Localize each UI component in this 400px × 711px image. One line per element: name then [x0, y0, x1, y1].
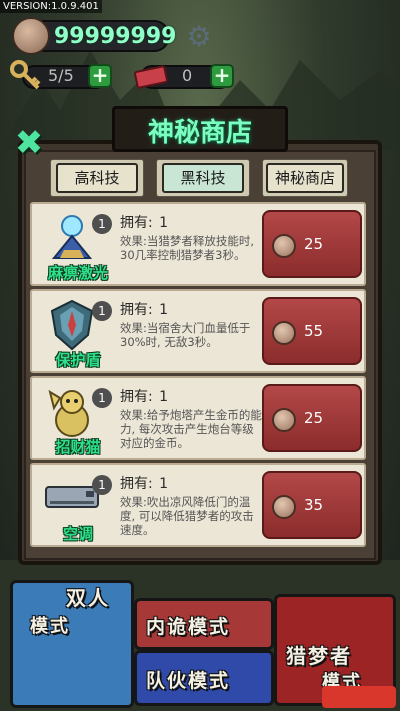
owned-value: 1	[159, 476, 169, 492]
inner-mode-label: 内诡模式	[146, 616, 231, 638]
add-key-button[interactable]: +	[88, 64, 112, 88]
tab-high-tech[interactable]: 高科技	[56, 163, 138, 193]
effect-label: 效果:	[120, 234, 147, 248]
ticket-count: 0	[182, 66, 193, 85]
effect-text: 效果:给予炮塔产生金币的能力, 每次攻击产生炮台等级对应的金币。	[120, 408, 262, 450]
add-ticket-button[interactable]: +	[210, 64, 234, 88]
level-badge: 1	[92, 475, 112, 495]
shop-item-card: 1 麻痹激光 拥有: 1 效果:当猎梦者释放技能时, 30几率控制猎梦者3秒。 …	[30, 202, 366, 286]
price-label: 35	[304, 496, 324, 514]
version-label: VERSION:1.0.9.401	[0, 0, 102, 13]
item-name: 保护盾	[55, 351, 101, 369]
owned-value: 1	[159, 215, 169, 231]
price-label: 25	[304, 409, 324, 427]
price-label: 55	[304, 322, 324, 340]
close-icon[interactable]: ✖	[14, 126, 44, 160]
owned-line: 拥有: 1	[120, 473, 168, 493]
owned-line: 拥有: 1	[120, 212, 168, 232]
gear-icon[interactable]: ⚙	[184, 22, 214, 52]
key-icon	[10, 60, 41, 90]
coin-icon	[272, 408, 296, 432]
shop-title: 神秘商店	[147, 118, 252, 148]
effect-label: 效果:	[120, 321, 147, 335]
effect-text: 效果:吹出凉风降低门的温度, 可以降低猎梦者的攻击速度。	[120, 495, 262, 537]
ticket-icon	[134, 65, 168, 89]
level-badge: 1	[92, 301, 112, 321]
owned-label: 拥有:	[120, 302, 153, 318]
shop-item-card: 1 保护盾 拥有: 1 效果:当宿舍大门血量低于30%时, 无敌3秒。 55	[30, 289, 366, 373]
buy-button[interactable]: 25	[262, 384, 362, 452]
level-badge: 1	[92, 388, 112, 408]
tab-black-tech[interactable]: 黑科技	[162, 163, 244, 193]
partner-mode-label: 队伙模式	[146, 670, 231, 692]
owned-label: 拥有:	[120, 215, 153, 231]
effect-label: 效果:	[120, 495, 147, 509]
double-mode-sublabel: 模式	[30, 616, 70, 637]
owned-line: 拥有: 1	[120, 386, 168, 406]
owned-label: 拥有:	[120, 476, 153, 492]
item-name: 麻痹激光	[47, 264, 108, 282]
hunter-mode-label: 猎梦者	[286, 644, 352, 668]
effect-text: 效果:当猎梦者释放技能时, 30几率控制猎梦者3秒。	[120, 234, 262, 262]
effect-label: 效果:	[120, 408, 147, 422]
owned-label: 拥有:	[120, 389, 153, 405]
item-name: 空调	[62, 525, 93, 543]
buy-button[interactable]: 55	[262, 297, 362, 365]
owned-value: 1	[159, 389, 169, 405]
owned-value: 1	[159, 302, 169, 318]
coin-icon	[12, 17, 50, 55]
coin-icon	[272, 495, 296, 519]
coin-icon	[272, 321, 296, 345]
tab-mystery-shop[interactable]: 神秘商店	[266, 163, 344, 193]
item-name: 招财猫	[55, 438, 101, 456]
double-mode-label: 双人	[66, 586, 110, 610]
shop-item-card: 1 招财猫 拥有: 1 效果:给予炮塔产生金币的能力, 每次攻击产生炮台等级对应…	[30, 376, 366, 460]
level-badge: 1	[92, 214, 112, 234]
price-label: 25	[304, 235, 324, 253]
watermark-logo	[322, 686, 396, 708]
shop-item-card: 1 空调 拥有: 1 效果:吹出凉风降低门的温度, 可以降低猎梦者的攻击速度。 …	[30, 463, 366, 547]
buy-button[interactable]: 35	[262, 471, 362, 539]
buy-button[interactable]: 25	[262, 210, 362, 278]
effect-text: 效果:当宿舍大门血量低于30%时, 无敌3秒。	[120, 321, 262, 349]
key-count: 5/5	[48, 66, 74, 85]
owned-line: 拥有: 1	[120, 299, 168, 319]
coin-amount: 99999999	[54, 24, 177, 49]
coin-icon	[272, 234, 296, 258]
